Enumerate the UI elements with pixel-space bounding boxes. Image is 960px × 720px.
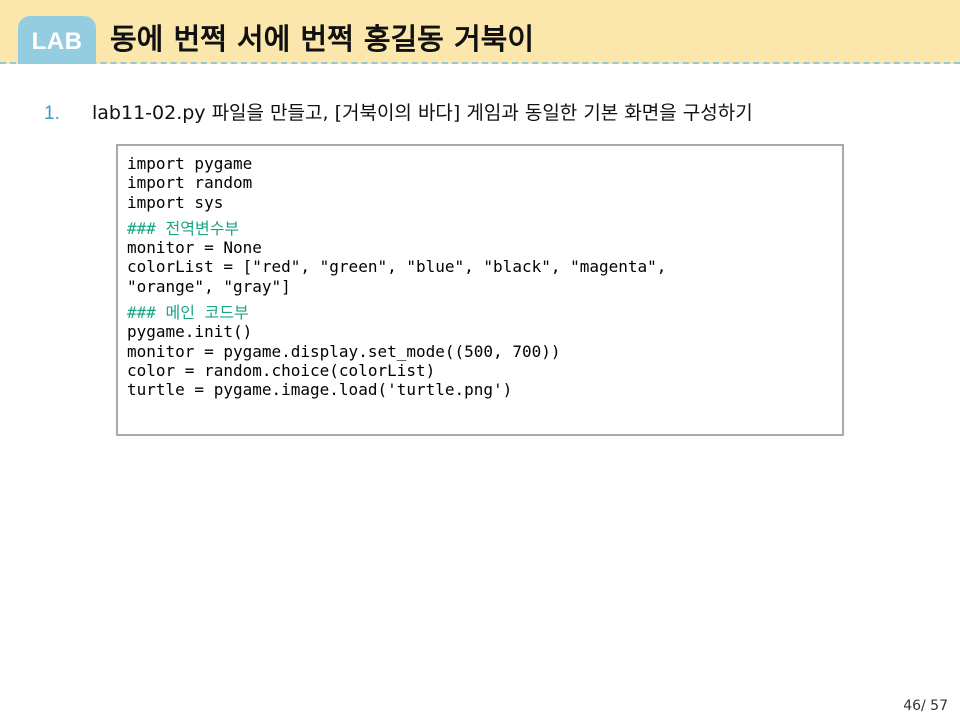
- code-line: pygame.init(): [127, 322, 253, 342]
- code-line: turtle = pygame.image.load('turtle.png'): [127, 380, 513, 400]
- code-line: import pygame: [127, 154, 253, 173]
- code-line: import sys: [127, 192, 224, 212]
- code-line: monitor = None: [127, 238, 262, 258]
- code-line: colorList = ["red", "green", "blue", "bl…: [127, 257, 667, 277]
- code-comment: ### 메인 코드부: [127, 303, 249, 323]
- page-title: 동에 번쩍 서에 번쩍 홍길동 거북이: [110, 22, 535, 56]
- step-text: lab11-02.py 파일을 만들고, [거북이의 바다] 게임과 동일한 기…: [92, 102, 753, 124]
- step-item: 1. lab11-02.py 파일을 만들고, [거북이의 바다] 게임과 동일한…: [44, 98, 753, 128]
- code-comment: ### 전역변수부: [127, 218, 240, 238]
- code-listing: import pygame import random import sys #…: [127, 154, 666, 400]
- code-line: color = random.choice(colorList): [127, 360, 436, 380]
- code-line: import random: [127, 173, 253, 193]
- lab-badge: LAB: [18, 16, 96, 64]
- page-number: 46/ 57: [903, 698, 948, 714]
- code-block: import pygame import random import sys #…: [116, 144, 844, 436]
- code-line: "orange", "gray"]: [127, 276, 291, 296]
- code-line: monitor = pygame.display.set_mode((500, …: [127, 341, 561, 361]
- step-number: 1.: [44, 103, 60, 124]
